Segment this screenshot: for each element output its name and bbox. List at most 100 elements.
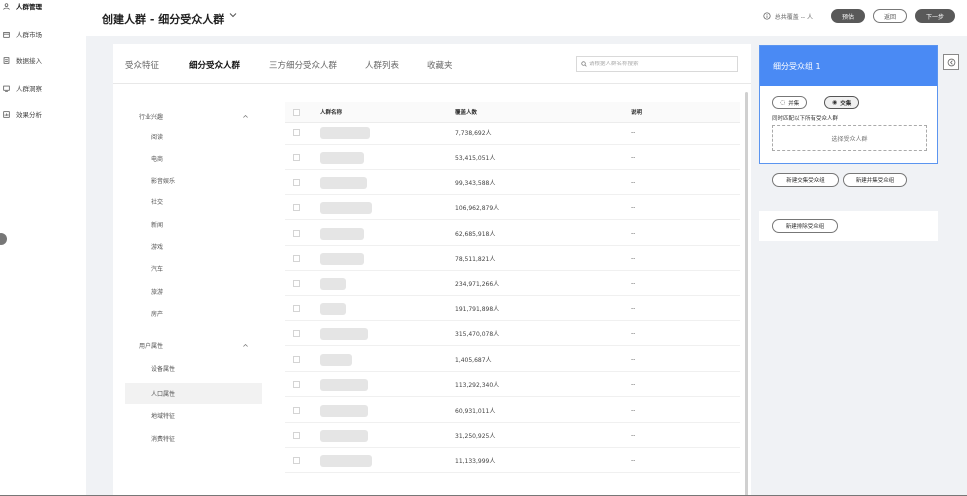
category-item-auto[interactable]: 汽车 bbox=[125, 258, 262, 279]
sidebar-toggle-handle[interactable] bbox=[0, 233, 7, 245]
category-item-real-estate[interactable]: 房产 bbox=[125, 303, 262, 324]
category-item-ecommerce[interactable]: 电商 bbox=[125, 148, 262, 169]
collapse-icon bbox=[947, 58, 955, 66]
intersect-toggle[interactable]: ◉ 交集 bbox=[824, 96, 860, 109]
cover-count: 11,133,999人 bbox=[455, 458, 496, 465]
row-checkbox[interactable] bbox=[293, 356, 300, 363]
description: -- bbox=[631, 432, 636, 439]
chevron-up-icon bbox=[243, 114, 248, 118]
tab-segmented-audience[interactable]: 细分受众人群 bbox=[189, 59, 240, 71]
table-row[interactable]: 106,962,879人 -- bbox=[285, 196, 740, 220]
new-union-group-button[interactable]: 新建并集受众组 bbox=[843, 173, 907, 187]
table-row[interactable]: 31,250,925人 -- bbox=[285, 424, 740, 448]
description: -- bbox=[631, 305, 636, 312]
sidebar-item-crowd-insight[interactable]: 人群洞察 bbox=[3, 82, 42, 94]
category-item-region[interactable]: 地域特征 bbox=[125, 405, 262, 426]
union-toggle[interactable]: ◌ 并集 bbox=[772, 96, 808, 109]
table-row[interactable]: 234,971,266人 -- bbox=[285, 272, 740, 296]
tab-third-party-audience[interactable]: 三方细分受众人群 bbox=[269, 59, 337, 71]
description: -- bbox=[631, 255, 636, 262]
info-icon bbox=[763, 12, 771, 20]
row-checkbox[interactable] bbox=[293, 280, 300, 287]
category-item-social[interactable]: 社交 bbox=[125, 191, 262, 212]
row-checkbox[interactable] bbox=[293, 407, 300, 414]
row-checkbox[interactable] bbox=[293, 154, 300, 161]
crowd-name-redacted bbox=[320, 201, 372, 214]
category-item-news[interactable]: 新闻 bbox=[125, 214, 262, 235]
table-row[interactable]: 62,685,918人 -- bbox=[285, 222, 740, 246]
select-audience-dropzone[interactable]: 选择受众人群 bbox=[772, 125, 927, 151]
table-scrollbar[interactable] bbox=[745, 92, 748, 496]
back-button[interactable]: 返回 bbox=[872, 9, 907, 23]
tab-audience-features[interactable]: 受众特征 bbox=[125, 59, 159, 71]
row-checkbox[interactable] bbox=[293, 330, 300, 337]
description: -- bbox=[631, 154, 636, 161]
new-exclude-group-button[interactable]: 新建排除受众组 bbox=[772, 219, 838, 233]
intersect-label: 交集 bbox=[840, 100, 852, 107]
column-header-name: 人群名称 bbox=[320, 110, 343, 116]
category-item-demographics[interactable]: 人口属性 bbox=[125, 383, 262, 404]
crowd-name-redacted bbox=[320, 404, 368, 417]
estimate-button[interactable]: 预估 bbox=[830, 9, 865, 23]
row-checkbox[interactable] bbox=[293, 129, 300, 136]
sidebar-item-crowd-management[interactable]: 人群管理 bbox=[3, 0, 42, 12]
search-input[interactable] bbox=[589, 61, 733, 67]
sidebar-item-data-import[interactable]: 数据接入 bbox=[3, 54, 42, 66]
table-row[interactable]: 53,415,051人 -- bbox=[285, 146, 740, 170]
category-group-label: 行业兴趣 bbox=[139, 113, 164, 121]
union-label: 并集 bbox=[788, 100, 800, 107]
chevron-down-icon[interactable] bbox=[228, 10, 238, 20]
description: -- bbox=[631, 129, 636, 136]
column-header-desc: 说明 bbox=[631, 110, 643, 116]
row-checkbox[interactable] bbox=[293, 179, 300, 186]
table-row[interactable]: 11,133,999人 -- bbox=[285, 449, 740, 473]
search-icon bbox=[581, 61, 587, 67]
category-group-industry[interactable]: 行业兴趣 bbox=[139, 110, 249, 122]
row-checkbox[interactable] bbox=[293, 204, 300, 211]
sidebar-item-label: 效果分析 bbox=[16, 111, 42, 119]
select-all-checkbox[interactable] bbox=[293, 108, 300, 116]
row-checkbox[interactable] bbox=[293, 457, 300, 464]
category-item-consumption[interactable]: 消费特征 bbox=[125, 428, 262, 449]
cover-count: 78,511,821人 bbox=[455, 256, 496, 263]
sidebar-nav: 人群管理 人群市场 数据接入 人群洞察 效果分析 bbox=[0, 0, 86, 496]
table-row[interactable]: 113,292,340人 -- bbox=[285, 373, 740, 397]
table-row[interactable]: 60,931,011人 -- bbox=[285, 399, 740, 423]
table-row[interactable]: 315,470,078人 -- bbox=[285, 322, 740, 346]
row-checkbox[interactable] bbox=[293, 381, 300, 388]
tab-favorites[interactable]: 收藏夹 bbox=[427, 59, 453, 71]
category-item-games[interactable]: 游戏 bbox=[125, 236, 262, 257]
crowd-name-redacted bbox=[320, 378, 368, 391]
new-intersect-group-button[interactable]: 新建交集受众组 bbox=[772, 173, 839, 187]
table-row[interactable]: 99,343,588人 -- bbox=[285, 171, 740, 195]
total-cover-text: 总共覆盖 -- 人 bbox=[774, 13, 813, 21]
column-header-cover: 覆盖人数 bbox=[455, 110, 478, 116]
next-step-button[interactable]: 下一步 bbox=[914, 9, 955, 23]
category-item-reading[interactable]: 阅读 bbox=[125, 126, 262, 147]
chevron-up-icon bbox=[243, 343, 248, 347]
category-item-entertainment[interactable]: 影音娱乐 bbox=[125, 170, 262, 191]
table-row[interactable]: 191,791,898人 -- bbox=[285, 297, 740, 321]
market-icon bbox=[3, 31, 10, 38]
table-header: 人群名称 覆盖人数 说明 bbox=[285, 102, 740, 123]
table-row[interactable]: 1,405,687人 -- bbox=[285, 348, 740, 372]
row-checkbox[interactable] bbox=[293, 432, 300, 439]
row-checkbox[interactable] bbox=[293, 230, 300, 237]
collapse-panel-button[interactable] bbox=[943, 54, 959, 70]
crowd-name-redacted bbox=[320, 429, 368, 442]
table-row[interactable]: 78,511,821人 -- bbox=[285, 247, 740, 271]
category-group-user-attributes[interactable]: 用户属性 bbox=[139, 339, 249, 351]
cover-count: 315,470,078人 bbox=[455, 331, 500, 338]
crowd-name-redacted bbox=[320, 302, 346, 315]
sidebar-item-crowd-market[interactable]: 人群市场 bbox=[3, 28, 42, 40]
sidebar-item-effect-analysis[interactable]: 效果分析 bbox=[3, 108, 42, 120]
row-checkbox[interactable] bbox=[293, 255, 300, 262]
row-checkbox[interactable] bbox=[293, 305, 300, 312]
tab-crowd-list[interactable]: 人群列表 bbox=[365, 59, 399, 71]
category-item-device[interactable]: 设备属性 bbox=[125, 358, 262, 379]
table-row[interactable]: 7,738,692人 -- bbox=[285, 121, 740, 145]
cover-count: 113,292,340人 bbox=[455, 382, 500, 389]
tab-bar: 受众特征 细分受众人群 三方细分受众人群 人群列表 收藏夹 bbox=[113, 44, 751, 84]
page-header: 创建人群 - 细分受众人群 总共覆盖 -- 人 预估 返回 下一步 bbox=[86, 0, 967, 36]
category-item-travel[interactable]: 旅游 bbox=[125, 281, 262, 302]
